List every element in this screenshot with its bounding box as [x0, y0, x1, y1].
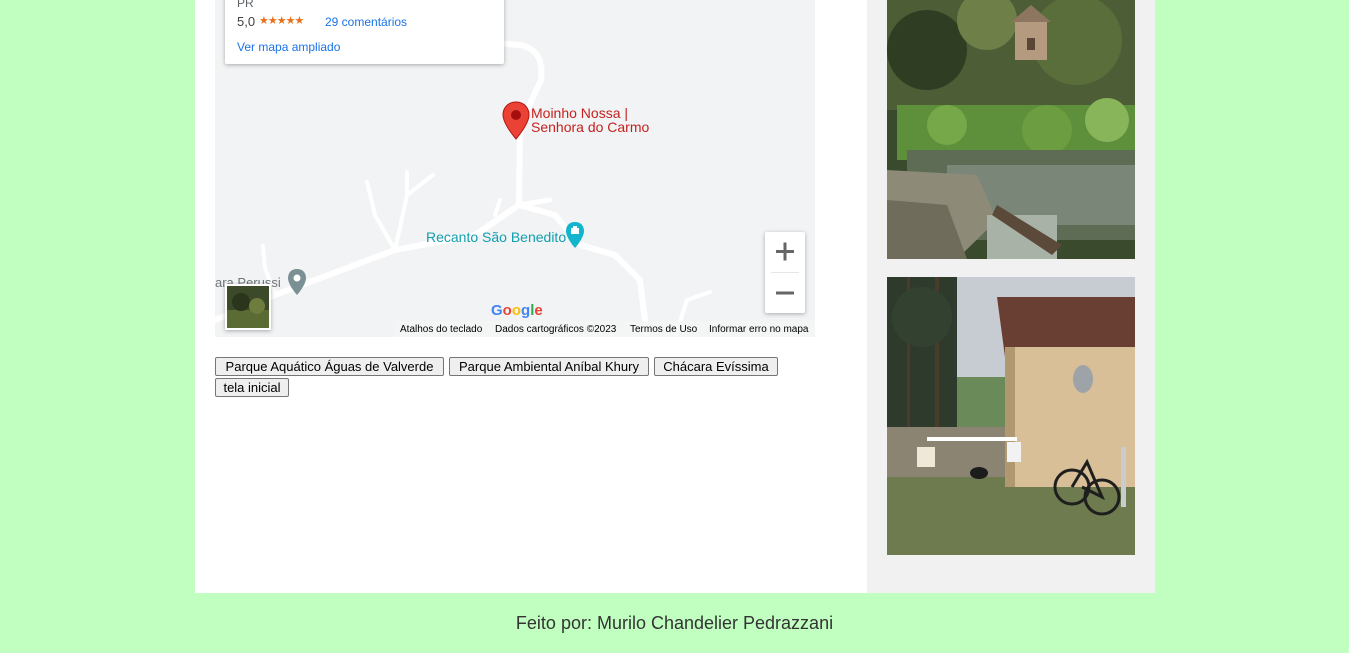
street-view-thumbnail[interactable] [225, 284, 271, 330]
place-region: PR [237, 0, 254, 10]
chacara-evissima-button[interactable]: Chácara Evíssima [654, 357, 778, 376]
reviews-link[interactable]: 29 comentários [325, 15, 407, 29]
anibal-khury-button[interactable]: Parque Ambiental Aníbal Khury [449, 357, 649, 376]
rating-stars: ★★★★★ [259, 15, 304, 27]
zoom-controls [765, 232, 805, 313]
zoom-in-button[interactable] [765, 232, 805, 272]
report-error-link[interactable]: Informar erro no mapa [709, 324, 809, 335]
footer-credit: Feito por: Murilo Chandelier Pedrazzani [515, 613, 834, 633]
place-label[interactable]: Moinho Nossa | Senhora do Carmo [531, 106, 649, 134]
aguas-de-valverde-button[interactable]: Parque Aquático Águas de Valverde [215, 357, 444, 376]
minus-icon [776, 291, 794, 295]
view-larger-map-link[interactable]: Ver mapa ampliado [237, 40, 340, 54]
place-rating: 5,0 [237, 14, 256, 29]
cabin-bicycle-photo [887, 277, 1135, 555]
main-content: PR 5,0 ★★★★★ 29 comentários Ver mapa amp… [195, 0, 1155, 593]
photo-sidebar [867, 0, 1155, 593]
poi-marker-icon[interactable] [565, 221, 585, 249]
map-marker-icon[interactable] [502, 101, 530, 141]
keyboard-shortcuts-link[interactable]: Atalhos do teclado [400, 324, 482, 335]
embedded-map[interactable]: PR 5,0 ★★★★★ 29 comentários Ver mapa amp… [215, 0, 815, 337]
place-info-card: PR 5,0 ★★★★★ 29 comentários Ver mapa amp… [225, 0, 504, 64]
poi-label[interactable]: Recanto São Benedito [426, 229, 566, 245]
zoom-out-button[interactable] [765, 273, 805, 313]
map-data-label: Dados cartográficos ©2023 [495, 324, 617, 335]
place-marker-gray-icon[interactable] [287, 268, 307, 296]
home-screen-button[interactable]: tela inicial [215, 378, 289, 397]
plus-icon [776, 242, 794, 261]
terms-link[interactable]: Termos de Uso [630, 324, 697, 335]
google-logo: Google [491, 302, 543, 319]
mill-water-photo [887, 0, 1135, 259]
map-attribution-bar: Atalhos do teclado Dados cartográficos ©… [395, 321, 815, 337]
